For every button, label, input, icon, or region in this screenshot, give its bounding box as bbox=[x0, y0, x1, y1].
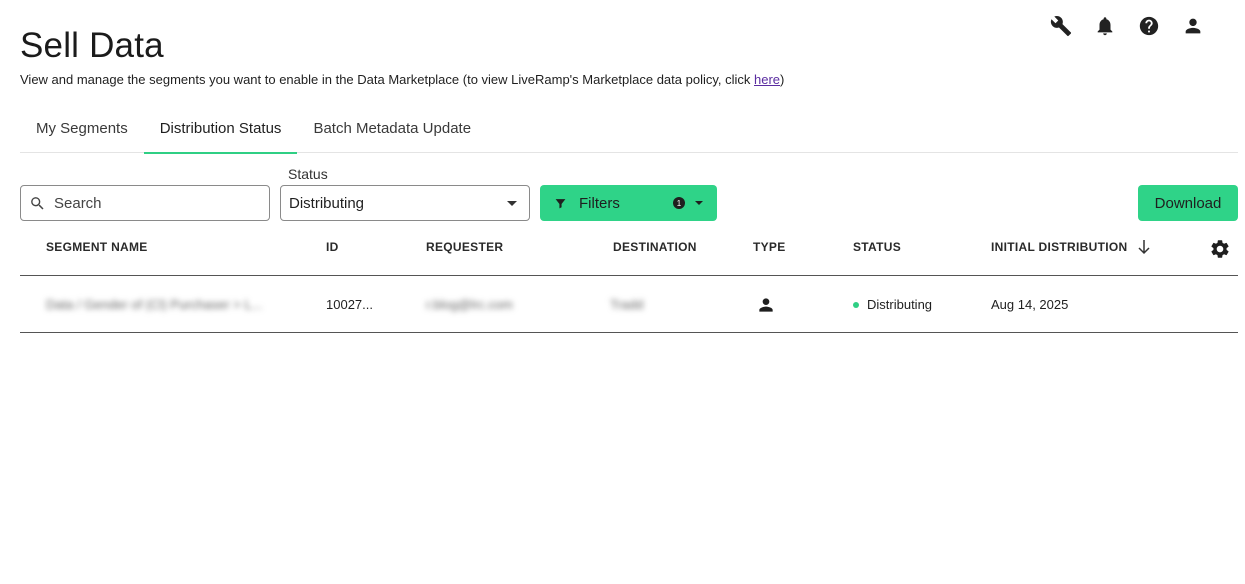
cell-status: Distributing bbox=[853, 297, 932, 312]
description-text: View and manage the segments you want to… bbox=[20, 72, 754, 87]
page-description: View and manage the segments you want to… bbox=[20, 72, 784, 87]
column-header-segment-name[interactable]: SEGMENT NAME bbox=[46, 240, 148, 254]
column-header-id[interactable]: ID bbox=[326, 240, 339, 254]
policy-link[interactable]: here bbox=[754, 72, 780, 87]
status-label: Status bbox=[288, 166, 328, 182]
tab-bar: My Segments Distribution Status Batch Me… bbox=[20, 104, 1238, 154]
wrench-icon[interactable] bbox=[1039, 14, 1083, 38]
gear-icon[interactable] bbox=[1209, 238, 1231, 260]
description-suffix: ) bbox=[780, 72, 785, 87]
tab-batch-metadata-update[interactable]: Batch Metadata Update bbox=[297, 104, 487, 153]
sort-arrow-down-icon[interactable] bbox=[1137, 239, 1151, 255]
status-dot bbox=[853, 301, 859, 308]
download-button[interactable]: Download bbox=[1138, 185, 1238, 221]
column-header-requester[interactable]: REQUESTER bbox=[426, 240, 503, 254]
chevron-down-icon bbox=[695, 201, 703, 205]
user-icon[interactable] bbox=[1171, 14, 1215, 38]
status-select[interactable]: Distributing bbox=[280, 185, 530, 221]
table-row[interactable]: Data / Gender of (Cl) Purchaser > L... 1… bbox=[20, 277, 1238, 333]
cell-id: 10027... bbox=[326, 297, 373, 312]
cell-segment-name[interactable]: Data / Gender of (Cl) Purchaser > L... bbox=[46, 297, 262, 312]
tab-my-segments[interactable]: My Segments bbox=[20, 104, 144, 153]
cell-initial-distribution: Aug 14, 2025 bbox=[991, 297, 1069, 312]
person-icon bbox=[759, 298, 773, 312]
page-title: Sell Data bbox=[20, 26, 164, 65]
cell-requester: r.blog@lrc.com bbox=[426, 297, 513, 312]
chevron-down-icon bbox=[507, 200, 517, 206]
column-header-initial-distribution[interactable]: INITIAL DISTRIBUTION bbox=[991, 240, 1127, 254]
search-icon bbox=[31, 196, 44, 210]
status-select-value: Distributing bbox=[289, 194, 365, 212]
filters-button[interactable]: Filters 1 bbox=[540, 185, 717, 221]
bell-icon[interactable] bbox=[1083, 14, 1127, 38]
cell-status-text: Distributing bbox=[867, 297, 933, 312]
search-box bbox=[20, 185, 270, 221]
tab-distribution-status[interactable]: Distribution Status bbox=[143, 104, 298, 154]
table-header: SEGMENT NAME ID REQUESTER DESTINATION TY… bbox=[20, 230, 1238, 276]
top-toolbar bbox=[1039, 14, 1215, 38]
filter-icon bbox=[555, 198, 566, 208]
column-header-status[interactable]: STATUS bbox=[853, 240, 901, 254]
cell-destination: Tradd bbox=[610, 297, 644, 312]
column-header-destination[interactable]: DESTINATION bbox=[613, 240, 697, 254]
help-icon[interactable] bbox=[1127, 14, 1171, 38]
column-header-type[interactable]: TYPE bbox=[753, 240, 786, 254]
search-input[interactable] bbox=[54, 194, 254, 212]
filters-count-badge: 1 bbox=[673, 197, 685, 209]
filters-label: Filters bbox=[579, 194, 620, 212]
